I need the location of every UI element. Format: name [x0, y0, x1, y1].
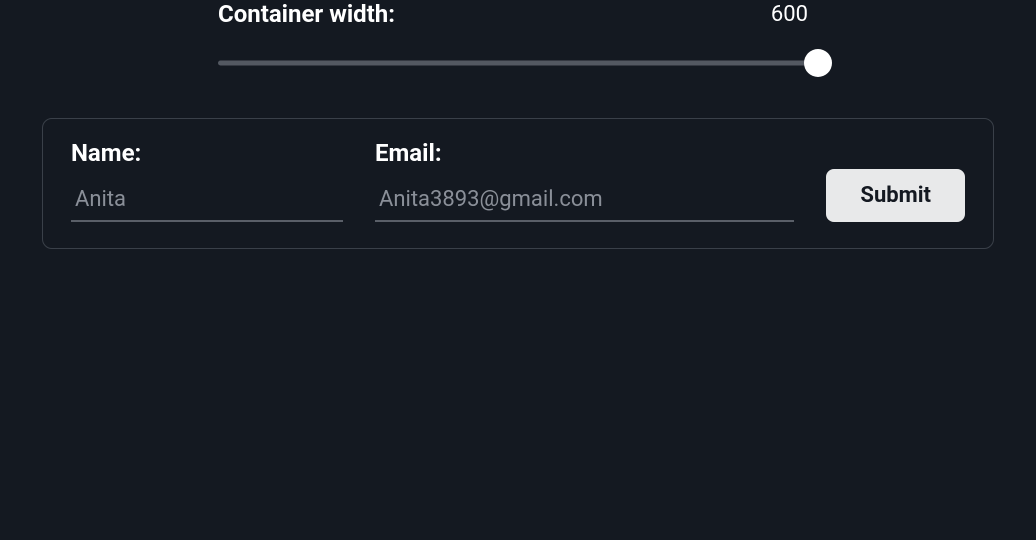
submit-button[interactable]: Submit: [826, 169, 965, 222]
name-input[interactable]: [71, 181, 343, 222]
slider-thumb[interactable]: [804, 49, 832, 77]
container-width-value: 600: [771, 2, 818, 27]
container-width-slider[interactable]: [218, 48, 818, 78]
name-field-group: Name:: [71, 139, 343, 222]
email-field-group: Email:: [375, 139, 794, 222]
slider-section: Container width: 600: [0, 0, 1036, 78]
container-width-label: Container width:: [218, 0, 395, 28]
slider-header: Container width: 600: [218, 0, 818, 28]
form-container: Name: Email: Submit: [42, 118, 994, 249]
email-label: Email:: [375, 139, 794, 167]
email-input[interactable]: [375, 181, 794, 222]
slider-rail: [218, 61, 818, 66]
name-label: Name:: [71, 139, 343, 167]
